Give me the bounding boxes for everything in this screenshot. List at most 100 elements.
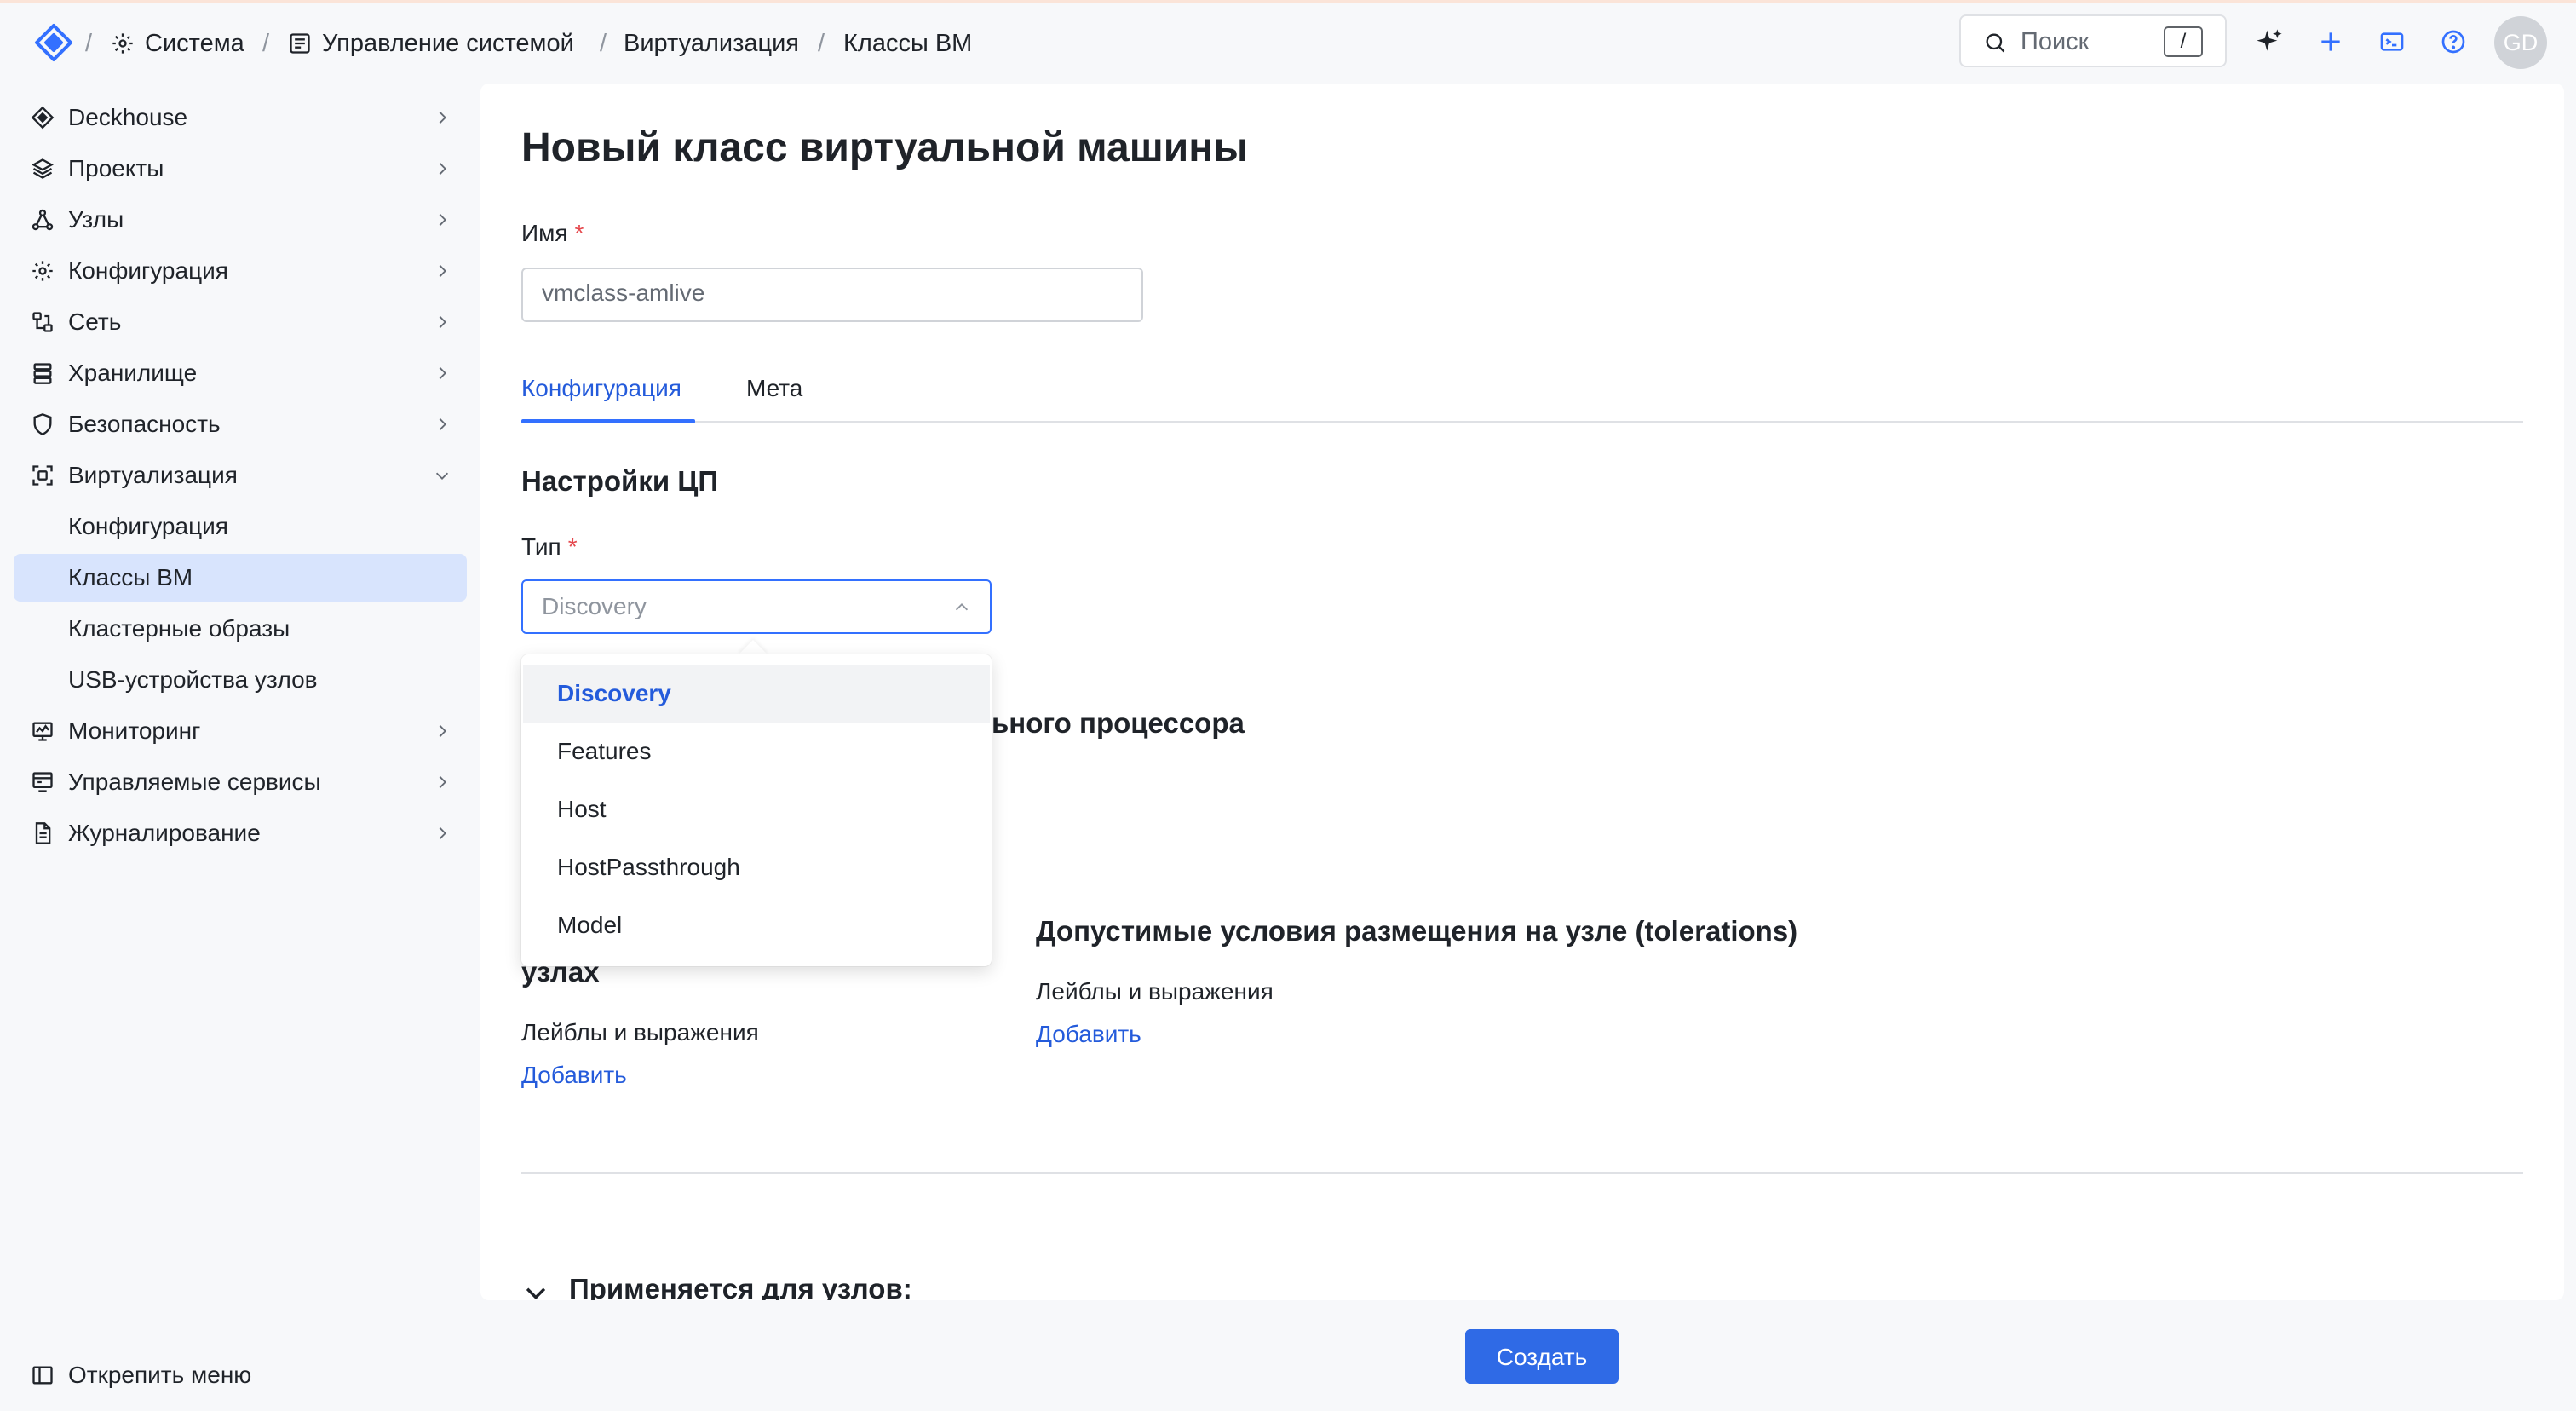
name-label: Имя * [521, 220, 584, 246]
breadcrumb-label: Управление системой [322, 29, 574, 57]
unpin-menu-button[interactable]: Открепить меню [14, 1356, 467, 1394]
cpu-type-select[interactable]: Discovery [521, 579, 992, 634]
breadcrumb-item-virtualization[interactable]: Виртуализация [624, 25, 799, 62]
management-icon [290, 33, 310, 54]
sidebar-item-label: Проекты [68, 155, 164, 181]
deckhouse-icon [31, 106, 55, 130]
search-input[interactable]: Поиск / [1959, 14, 2227, 67]
placement-labels-expressions: Лейблы и выражения [521, 1019, 759, 1045]
sidebar-item-label: Мониторинг [68, 717, 201, 744]
chevron-right-icon [439, 366, 446, 380]
breadcrumb-separator: / [600, 29, 607, 57]
dropdown-option-label: Features [557, 738, 652, 764]
network-icon [32, 312, 53, 332]
chevron-right-icon [439, 111, 446, 124]
sidebar-item-projects[interactable]: Проекты [14, 145, 467, 193]
applies-to-nodes-heading[interactable]: Применяется для узлов: [569, 1273, 912, 1300]
search-placeholder: Поиск [2021, 28, 2090, 55]
sidebar-subitem-cluster-images[interactable]: Кластерные образы [14, 605, 467, 653]
sidebar-item-managed-services[interactable]: Управляемые сервисы [14, 758, 467, 806]
virtualization-icon [32, 465, 53, 486]
dropdown-option-host[interactable]: Host [523, 780, 990, 838]
sidebar-item-storage[interactable]: Хранилище [14, 349, 467, 397]
plus-icon[interactable] [2317, 28, 2344, 55]
gear-icon [112, 33, 133, 54]
tolerations-labels-expressions: Лейблы и выражения [1036, 978, 1274, 1005]
unpin-menu-label: Открепить меню [68, 1362, 252, 1388]
dropdown-option-features[interactable]: Features [523, 723, 990, 780]
log-icon [35, 822, 51, 844]
sidebar-subitem-vm-classes[interactable]: Классы ВМ [14, 554, 467, 602]
sidebar-item-logging[interactable]: Журналирование [14, 809, 467, 857]
tabs-divider [521, 421, 2523, 423]
gear-icon [32, 261, 53, 281]
breadcrumb-label: Классы ВМ [843, 29, 973, 57]
page-title: Новый класс виртуальной машины [521, 125, 1249, 170]
tab-configuration[interactable]: Конфигурация [521, 375, 681, 402]
section-divider [521, 1172, 2523, 1174]
help-icon[interactable] [2440, 28, 2467, 55]
chevron-right-icon [439, 162, 446, 176]
breadcrumb-separator: / [262, 29, 270, 57]
type-label: Тип * [521, 533, 578, 560]
dropdown-option-label: HostPassthrough [557, 854, 740, 880]
tab-meta[interactable]: Мета [746, 375, 802, 402]
cpu-settings-heading: Настройки ЦП [521, 465, 719, 497]
chevron-right-icon [439, 315, 446, 329]
chevron-up-icon [955, 603, 969, 611]
chevron-right-icon [439, 264, 446, 278]
deckhouse-logo-icon[interactable] [34, 23, 73, 62]
dropdown-option-label: Discovery [557, 680, 671, 706]
terminal-icon[interactable] [2378, 28, 2406, 55]
sidebar-item-label: Управляемые сервисы [68, 769, 321, 795]
sidebar-item-label: Узлы [68, 206, 124, 233]
sidebar-item-virtualization[interactable]: Виртуализация [14, 452, 467, 499]
chevron-right-icon [439, 418, 446, 431]
sidebar-item-nodes[interactable]: Узлы [14, 196, 467, 244]
dropdown-option-label: Model [557, 912, 623, 938]
cpu-features-heading-partial: ьного процессора [992, 707, 1245, 739]
name-input-value: vmclass-amlive [542, 279, 705, 306]
dropdown-option-discovery[interactable]: Discovery [523, 665, 990, 723]
sidebar-subitem-label: Конфигурация [68, 513, 228, 539]
sidebar-item-label: Хранилище [68, 360, 198, 386]
breadcrumb-separator: / [818, 29, 825, 57]
breadcrumb-item-vm-classes: Классы ВМ [843, 25, 972, 62]
breadcrumb-item-system[interactable]: Система [111, 25, 244, 62]
dropdown-option-model[interactable]: Model [523, 896, 990, 954]
sidebar-item-monitoring[interactable]: Мониторинг [14, 707, 467, 755]
tolerations-heading: Допустимые условия размещения на узле (t… [1036, 915, 1798, 947]
monitor-icon [32, 722, 53, 741]
services-icon [32, 772, 53, 792]
sidebar-subitem-label: USB-устройства узлов [68, 666, 318, 693]
sidebar-subitem-usb-devices[interactable]: USB-устройства узлов [14, 656, 467, 704]
dropdown-option-label: Host [557, 796, 607, 822]
breadcrumb-label: Система [145, 29, 244, 57]
required-mark: * [567, 533, 578, 560]
cpu-type-select-value: Discovery [542, 593, 647, 619]
sidebar-subitem-label: Классы ВМ [68, 564, 193, 590]
breadcrumb-item-system-management[interactable]: Управление системой [288, 25, 574, 62]
sparkle-icon[interactable] [2256, 28, 2283, 55]
nodes-icon [32, 209, 54, 231]
dropdown-option-hostpassthrough[interactable]: HostPassthrough [523, 838, 990, 896]
sidebar-item-label: Сеть [68, 308, 122, 335]
sidebar-item-deckhouse[interactable]: Deckhouse [14, 94, 467, 141]
tolerations-add-link[interactable]: Добавить [1036, 1021, 1141, 1048]
sidebar-subitem-configuration[interactable]: Конфигурация [14, 503, 467, 550]
shield-icon [33, 413, 52, 435]
create-button[interactable]: Создать [1465, 1329, 1619, 1384]
search-shortcut-key: / [2164, 26, 2203, 57]
sidebar-item-network[interactable]: Сеть [14, 298, 467, 346]
layers-icon [32, 158, 54, 179]
placement-add-link[interactable]: Добавить [521, 1062, 627, 1089]
sidebar-item-configuration[interactable]: Конфигурация [14, 247, 467, 295]
sidebar-item-label: Deckhouse [68, 104, 188, 130]
chevron-right-icon [439, 213, 446, 227]
name-input[interactable]: vmclass-amlive [521, 268, 1143, 322]
sidebar-item-security[interactable]: Безопасность [14, 400, 467, 448]
user-avatar[interactable]: GD [2494, 16, 2547, 69]
sidebar-panel-icon [32, 1366, 53, 1385]
top-header: / Система / Управление системой / Виртуа… [0, 3, 2576, 81]
chevron-down-icon[interactable] [521, 1278, 550, 1300]
